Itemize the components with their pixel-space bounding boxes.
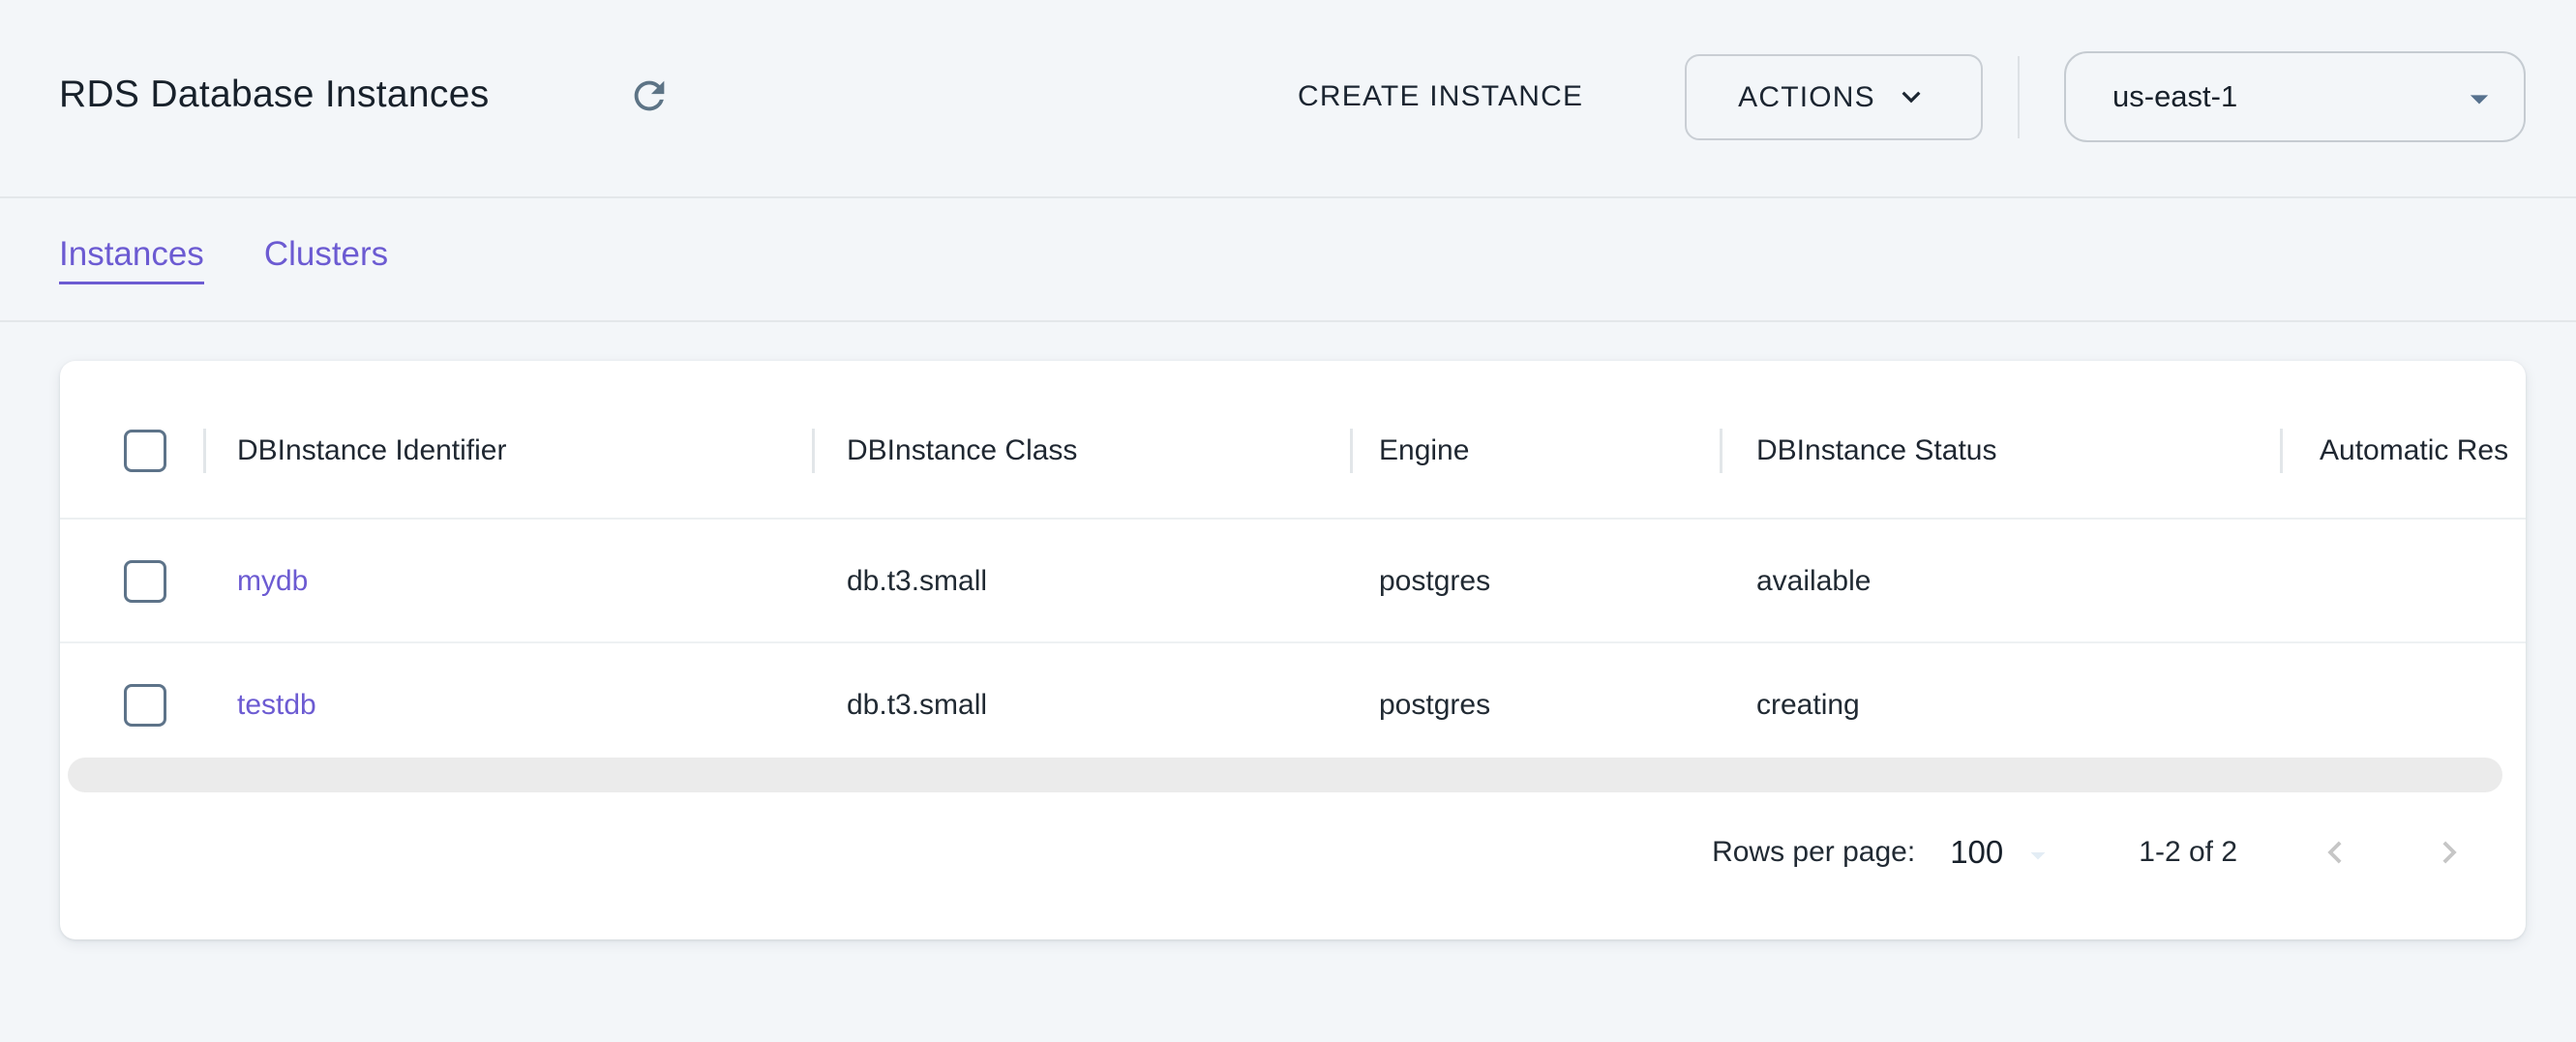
row-checkbox[interactable] xyxy=(124,684,166,727)
tab-instances[interactable]: Instances xyxy=(59,235,204,284)
instances-table-card: DBInstance Identifier DBInstance Class E… xyxy=(60,361,2526,939)
engine-cell: postgres xyxy=(1379,687,1490,724)
create-instance-button[interactable]: CREATE INSTANCE xyxy=(1298,68,1583,126)
instance-identifier-link[interactable]: testdb xyxy=(237,687,316,724)
header-divider xyxy=(2018,56,2020,138)
select-all-checkbox[interactable] xyxy=(124,430,166,472)
column-separator xyxy=(1720,429,1722,473)
status-cell: available xyxy=(1756,563,1871,600)
dropdown-arrow-icon xyxy=(2458,77,2501,125)
column-header-engine[interactable]: Engine xyxy=(1379,432,1469,469)
rows-per-page-select[interactable]: 100 xyxy=(1950,830,2055,876)
instance-class-cell: db.t3.small xyxy=(847,563,987,600)
column-header-automatic-restart[interactable]: Automatic Res xyxy=(2320,432,2508,469)
horizontal-scrollbar-thumb[interactable] xyxy=(68,758,2502,792)
column-separator xyxy=(203,429,206,473)
table-header-row: DBInstance Identifier DBInstance Class E… xyxy=(60,361,2526,520)
engine-cell: postgres xyxy=(1379,563,1490,600)
chevron-left-icon xyxy=(2313,863,2357,878)
actions-button-label: ACTIONS xyxy=(1738,81,1875,114)
pagination-range-label: 1-2 of 2 xyxy=(2139,836,2237,869)
instance-class-cell: db.t3.small xyxy=(847,687,987,724)
rows-per-page-dropdown-icon xyxy=(2021,838,2055,876)
status-cell: creating xyxy=(1756,687,1860,724)
chevron-down-icon xyxy=(1893,73,1930,123)
rows-per-page-label: Rows per page: xyxy=(1712,836,1915,869)
column-separator xyxy=(2280,429,2283,473)
chevron-right-icon xyxy=(2427,863,2471,878)
column-separator xyxy=(812,429,815,473)
column-header-dbinstance-class[interactable]: DBInstance Class xyxy=(847,432,1077,469)
column-separator xyxy=(1350,429,1353,473)
rows-per-page-value: 100 xyxy=(1950,834,2003,871)
table-row[interactable]: testdb db.t3.small postgres creating xyxy=(60,643,2526,758)
actions-button[interactable]: ACTIONS xyxy=(1685,54,1983,140)
refresh-icon xyxy=(627,106,672,121)
region-select-value: us-east-1 xyxy=(2112,79,2237,114)
next-page-button[interactable] xyxy=(2427,830,2471,875)
tab-clusters[interactable]: Clusters xyxy=(264,235,388,284)
page-title: RDS Database Instances xyxy=(59,74,490,116)
pagination-bar: Rows per page: 100 1-2 of 2 xyxy=(1712,821,2471,883)
column-header-dbinstance-status[interactable]: DBInstance Status xyxy=(1756,432,1996,469)
row-checkbox[interactable] xyxy=(124,560,166,603)
page-header: RDS Database Instances CREATE INSTANCE A… xyxy=(0,0,2576,196)
instance-identifier-link[interactable]: mydb xyxy=(237,563,308,600)
previous-page-button[interactable] xyxy=(2313,830,2357,875)
region-select[interactable]: us-east-1 xyxy=(2064,51,2526,142)
tab-bar: Instances Clusters xyxy=(0,196,2576,322)
column-header-dbinstance-identifier[interactable]: DBInstance Identifier xyxy=(237,432,506,469)
refresh-button[interactable] xyxy=(624,72,674,122)
table-row[interactable]: mydb db.t3.small postgres available xyxy=(60,520,2526,643)
